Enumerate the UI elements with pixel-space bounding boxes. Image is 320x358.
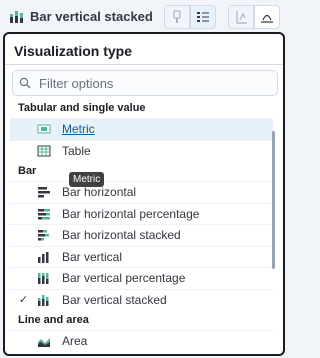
metric-icon <box>37 123 57 135</box>
bar-vertical-icon <box>37 251 57 263</box>
visualization-options-list: Tabular and single value Metric Table Ba… <box>5 98 275 352</box>
popover-divider <box>5 64 283 65</box>
option-area[interactable]: Area <box>10 330 273 352</box>
layer-toolbar: Bar vertical stacked ⌄ <box>0 0 288 32</box>
option-table[interactable]: Table <box>10 139 273 162</box>
group-label-bar: Bar <box>18 165 37 177</box>
option-metric[interactable]: Metric <box>10 118 273 140</box>
group-label-line-area: Line and area <box>18 314 89 326</box>
filter-search-box[interactable] <box>12 70 278 96</box>
left-axis-button[interactable] <box>228 5 254 29</box>
bottom-axis-button[interactable] <box>254 5 280 29</box>
list-settings-icon <box>197 12 209 22</box>
option-label: Metric <box>62 122 95 137</box>
area-icon <box>37 335 57 348</box>
search-icon <box>13 77 37 89</box>
visualization-type-popover: Visualization type Tabular and single va… <box>3 32 285 356</box>
option-label: Bar vertical stacked <box>62 292 167 307</box>
option-label: Bar horizontal stacked <box>62 228 181 243</box>
visualization-type-label: Bar vertical stacked <box>30 8 153 24</box>
option-bar-vertical-stacked[interactable]: ✓ Bar vertical stacked <box>10 288 273 311</box>
palette-button[interactable] <box>164 5 190 29</box>
option-label: Table <box>62 143 91 158</box>
option-bar-vertical-percentage[interactable]: Bar vertical percentage <box>10 267 273 289</box>
option-bar-horizontal[interactable]: Bar horizontal <box>10 181 273 203</box>
popover-title: Visualization type <box>14 43 132 59</box>
bar-horizontal-stacked-icon <box>37 229 57 241</box>
group-label-tabular: Tabular and single value <box>18 102 146 114</box>
metric-tooltip: Metric <box>69 172 105 187</box>
option-bar-vertical[interactable]: Bar vertical <box>10 245 273 268</box>
bar-horizontal-percentage-icon <box>37 208 57 220</box>
option-label: Bar horizontal percentage <box>62 206 200 221</box>
list-scrollbar[interactable] <box>272 131 275 269</box>
option-bar-horizontal-stacked[interactable]: Bar horizontal stacked <box>10 224 273 246</box>
option-bar-horizontal-percentage[interactable]: Bar horizontal percentage <box>10 202 273 225</box>
palette-icon <box>173 10 181 23</box>
table-icon <box>37 145 57 157</box>
option-label: Bar vertical <box>62 249 123 264</box>
bar-vertical-stacked-icon <box>37 294 57 306</box>
axis-left-icon <box>236 11 247 24</box>
check-icon: ✓ <box>18 294 29 307</box>
bar-horizontal-icon <box>37 186 57 198</box>
axis-bottom-icon <box>261 14 273 23</box>
option-label: Area <box>62 334 88 349</box>
bar-vertical-percentage-icon <box>37 272 57 285</box>
visualization-type-dropdown[interactable]: Bar vertical stacked ⌄ <box>9 4 173 28</box>
list-settings-button[interactable] <box>190 5 216 29</box>
option-label: Bar horizontal <box>62 185 137 200</box>
filter-options-input[interactable] <box>37 74 277 92</box>
option-label: Bar vertical percentage <box>62 271 186 286</box>
bar-stacked-icon <box>9 9 25 23</box>
